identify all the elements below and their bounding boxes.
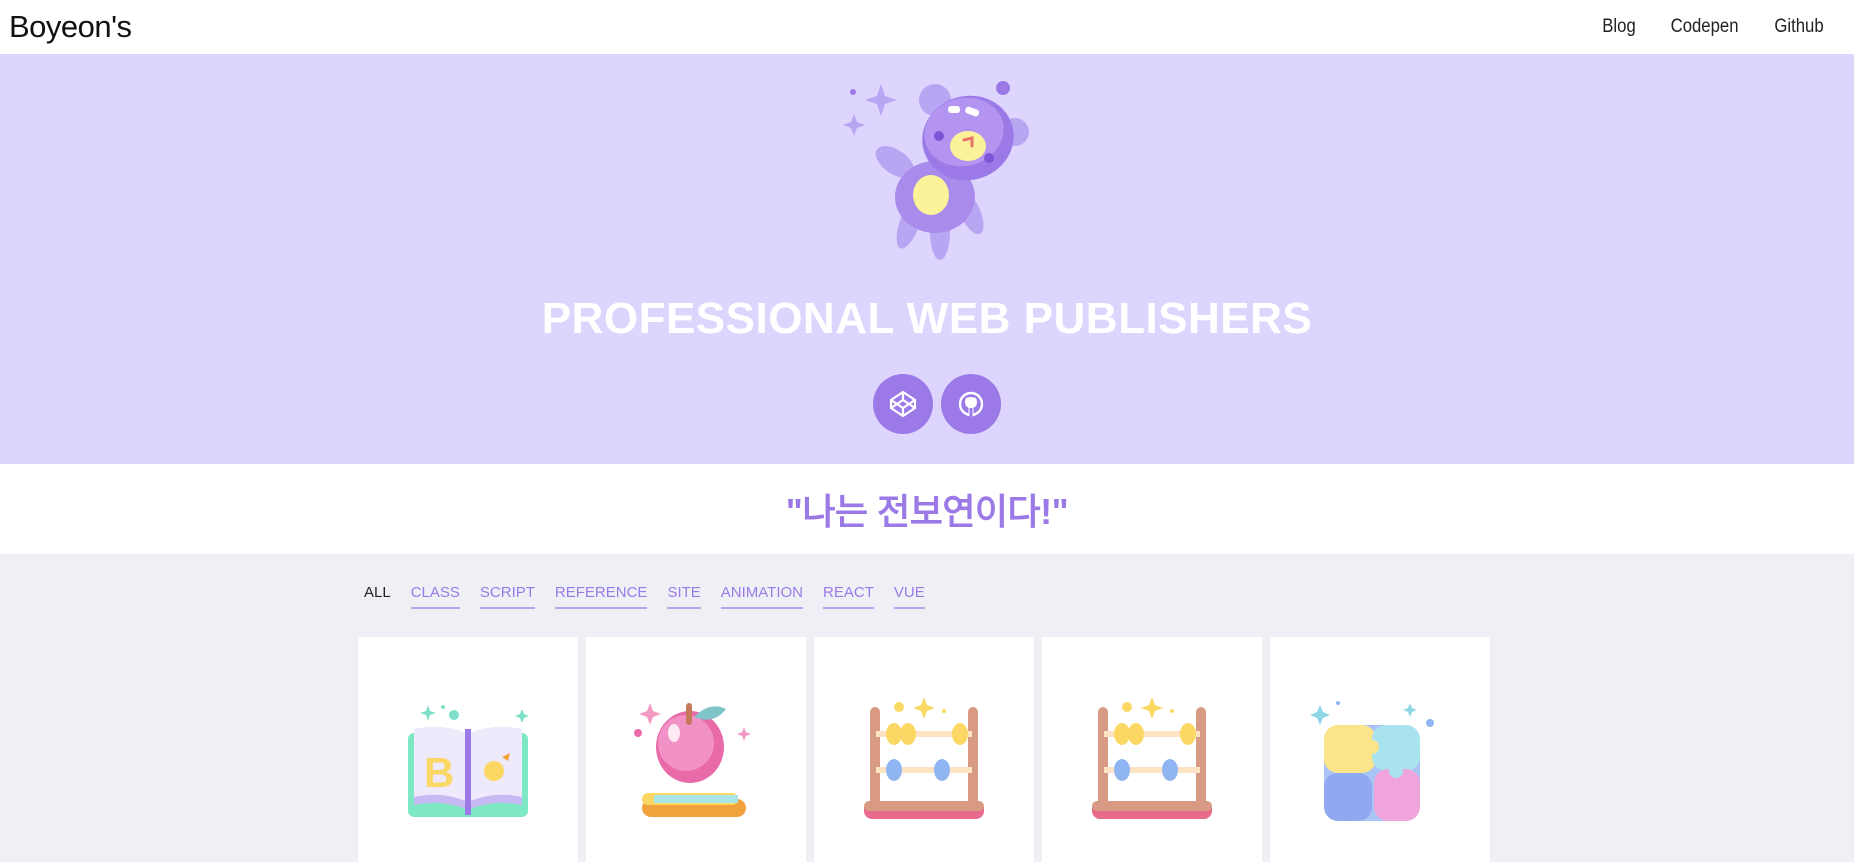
quote-section: "나는 전보연이다!": [0, 464, 1854, 554]
filter-vue[interactable]: VUE: [893, 584, 925, 609]
github-button[interactable]: [941, 374, 1001, 434]
portfolio-card[interactable]: [1042, 637, 1262, 862]
codepen-button[interactable]: [873, 374, 933, 434]
main-nav: Blog Codepen Github: [1600, 16, 1845, 38]
filter-react[interactable]: REACT: [823, 584, 874, 609]
abacus-icon: [864, 697, 984, 819]
apple-on-books-icon: [634, 703, 751, 817]
portfolio-card[interactable]: [814, 637, 1034, 862]
hero-title: PROFESSIONAL WEB PUBLISHERS: [541, 294, 1313, 343]
filter-reference[interactable]: REFERENCE: [554, 584, 648, 609]
top-navbar: Boyeon's Blog Codepen Github: [0, 0, 1854, 54]
puzzle-icon: [1310, 701, 1434, 821]
open-book-icon: B: [408, 705, 529, 817]
abacus-icon: [1092, 697, 1212, 819]
hero-section: PROFESSIONAL WEB PUBLISHERS: [0, 54, 1854, 464]
codepen-icon: [889, 390, 917, 418]
filter-animation[interactable]: ANIMATION: [720, 584, 804, 609]
portfolio-card[interactable]: B: [358, 637, 578, 862]
filter-site[interactable]: SITE: [667, 584, 701, 609]
brand-logo[interactable]: Boyeon's: [9, 9, 132, 45]
portfolio-section: ALL CLASS SCRIPT REFERENCE SITE ANIMATIO…: [0, 554, 1854, 862]
nav-link-blog[interactable]: Blog: [1602, 16, 1635, 38]
github-icon: [958, 391, 984, 417]
portfolio-cards: B: [358, 637, 1490, 862]
hero-social-buttons: [873, 374, 1001, 434]
category-filters: ALL CLASS SCRIPT REFERENCE SITE ANIMATIO…: [364, 584, 925, 609]
portfolio-card[interactable]: [586, 637, 806, 862]
filter-script[interactable]: SCRIPT: [479, 584, 535, 609]
svg-text:B: B: [424, 749, 454, 796]
nav-link-codepen[interactable]: Codepen: [1671, 16, 1739, 38]
teddy-bear-illustration: [843, 81, 1029, 260]
filter-all[interactable]: ALL: [364, 584, 391, 609]
quote-text: "나는 전보연이다!": [785, 491, 1069, 532]
filter-class[interactable]: CLASS: [410, 584, 460, 609]
nav-link-github[interactable]: Github: [1774, 16, 1823, 38]
portfolio-card[interactable]: [1270, 637, 1490, 862]
